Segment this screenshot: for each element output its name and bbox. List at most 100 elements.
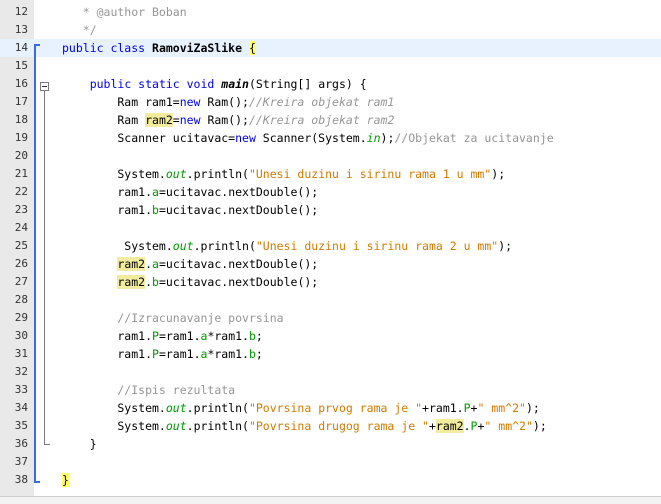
- code-token: public static void: [89, 77, 222, 91]
- code-line[interactable]: 16 public static void main(String[] args…: [0, 75, 661, 93]
- code-text[interactable]: * @author Boban: [62, 3, 187, 21]
- line-number: 15: [14, 59, 28, 72]
- code-line[interactable]: 30 ram1.P=ram1.a*ram1.b;: [0, 327, 661, 345]
- code-line[interactable]: 32: [0, 363, 661, 381]
- code-line[interactable]: 27 ram2.b=ucitavac.nextDouble();: [0, 273, 661, 291]
- code-line[interactable]: 37: [0, 453, 661, 471]
- line-number: 12: [14, 5, 28, 18]
- line-number: 22: [14, 185, 28, 198]
- code-token: main: [221, 77, 249, 91]
- code-token: out: [165, 401, 187, 415]
- code-text[interactable]: ram1.P=ram1.a*ram1.b;: [62, 345, 263, 363]
- code-text[interactable]: System.out.println("Povrsina drugog rama…: [62, 417, 547, 435]
- code-line[interactable]: 18 Ram ram2=new Ram();//Kreira objekat r…: [0, 111, 661, 129]
- code-token: ram2: [145, 113, 173, 127]
- code-text[interactable]: public class RamoviZaSlike {: [62, 39, 256, 57]
- code-token: b: [248, 329, 256, 343]
- code-line[interactable]: 24: [0, 219, 661, 237]
- code-token: =: [172, 113, 180, 127]
- code-token: Scanner(System.: [255, 131, 367, 145]
- class-fold-guide: [34, 44, 36, 482]
- code-line[interactable]: 36 }: [0, 435, 661, 453]
- code-text[interactable]: ram1.a=ucitavac.nextDouble();: [62, 183, 318, 201]
- code-text[interactable]: Ram ram2=new Ram();//Kreira objekat ram2: [62, 111, 394, 129]
- code-editor[interactable]: 12 * @author Boban 13 */14 public class Ra…: [0, 0, 661, 504]
- code-token: //Ispis rezultata: [62, 383, 236, 397]
- code-token: */: [62, 23, 97, 37]
- code-text[interactable]: }: [62, 471, 69, 489]
- code-line[interactable]: 25 System.out.println("Unesi duzinu i si…: [0, 237, 661, 255]
- code-token: ram1.: [62, 203, 153, 217]
- code-line[interactable]: 26 ram2.a=ucitavac.nextDouble();: [0, 255, 661, 273]
- code-text[interactable]: System.out.println("Unesi duzinu i sirin…: [62, 165, 505, 183]
- line-number: 17: [14, 95, 28, 108]
- code-token: out: [172, 239, 194, 253]
- code-text[interactable]: }: [62, 435, 97, 453]
- code-line[interactable]: 13 */: [0, 21, 661, 39]
- code-text[interactable]: ram2.b=ucitavac.nextDouble();: [62, 273, 318, 291]
- code-token: .: [145, 257, 153, 271]
- code-token: System.: [62, 419, 166, 433]
- code-text[interactable]: System.out.println("Unesi duzinu i sirin…: [62, 237, 512, 255]
- code-text[interactable]: ram1.b=ucitavac.nextDouble();: [62, 201, 318, 219]
- code-token: "Unesi duzinu i sirinu rama 2 u mm": [255, 239, 499, 253]
- code-line[interactable]: 33 //Ispis rezultata: [0, 381, 661, 399]
- code-line[interactable]: 34 System.out.println("Povrsina prvog ra…: [0, 399, 661, 417]
- code-token: System.: [62, 239, 173, 253]
- code-token: new: [179, 113, 201, 127]
- code-token: ram2: [435, 419, 464, 433]
- line-number: 30: [14, 329, 28, 342]
- line-number: 13: [14, 23, 28, 36]
- code-line[interactable]: 21 System.out.println("Unesi duzinu i si…: [0, 165, 661, 183]
- code-token: );: [525, 401, 540, 415]
- code-line[interactable]: 29 //Izracunavanje povrsina: [0, 309, 661, 327]
- fold-collapse-icon[interactable]: [40, 82, 49, 91]
- line-number: 16: [14, 77, 28, 90]
- code-token: ;: [255, 347, 263, 361]
- line-number: 24: [14, 221, 28, 234]
- code-token: //Kreira objekat ram1: [248, 95, 395, 109]
- code-token: out: [165, 167, 187, 181]
- code-token: }: [62, 473, 69, 487]
- line-number: 25: [14, 239, 28, 252]
- code-text[interactable]: System.out.println("Povrsina prvog rama …: [62, 399, 540, 417]
- code-line[interactable]: 35 System.out.println("Povrsina drugog r…: [0, 417, 661, 435]
- code-token: b: [152, 275, 159, 289]
- code-token: " mm^2": [477, 401, 526, 415]
- code-text[interactable]: ram1.P=ram1.a*ram1.b;: [62, 327, 262, 345]
- code-token: =ucitavac.nextDouble();: [158, 275, 319, 289]
- code-token: =ucitavac.nextDouble();: [158, 185, 319, 199]
- code-line[interactable]: 19 Scanner ucitavac=new Scanner(System.i…: [0, 129, 661, 147]
- code-text[interactable]: ram2.a=ucitavac.nextDouble();: [62, 255, 318, 273]
- code-text[interactable]: Ram ram1=new Ram();//Kreira objekat ram1: [62, 93, 394, 111]
- line-number: 19: [14, 131, 28, 144]
- code-line[interactable]: 31 ram1.P=ram1.a*ram1.b;: [0, 345, 661, 363]
- code-line[interactable]: 17 Ram ram1=new Ram();//Kreira objekat r…: [0, 93, 661, 111]
- code-text[interactable]: //Ispis rezultata: [62, 381, 235, 399]
- code-token: "Povrsina prvog rama je ": [248, 401, 423, 415]
- code-token: ram1.: [62, 329, 153, 343]
- code-line[interactable]: 22 ram1.a=ucitavac.nextDouble();: [0, 183, 661, 201]
- fold-end-tick: [44, 444, 50, 445]
- code-token: "Povrsina drugog rama je ": [248, 419, 429, 433]
- code-line[interactable]: 23 ram1.b=ucitavac.nextDouble();: [0, 201, 661, 219]
- code-text[interactable]: //Izracunavanje povrsina: [62, 309, 283, 327]
- code-line[interactable]: 12 * @author Boban: [0, 3, 661, 21]
- line-number: 32: [14, 365, 28, 378]
- code-token: {: [248, 41, 256, 55]
- code-token: .: [145, 275, 153, 289]
- code-token: ram1.: [62, 185, 153, 199]
- code-line[interactable]: 38}: [0, 471, 661, 489]
- code-line[interactable]: 14 public class RamoviZaSlike {: [0, 39, 661, 57]
- code-line[interactable]: 15: [0, 57, 661, 75]
- code-line[interactable]: 28: [0, 291, 661, 309]
- line-number: 33: [14, 383, 28, 396]
- code-text[interactable]: */: [62, 21, 97, 39]
- code-line[interactable]: 20: [0, 147, 661, 165]
- code-text[interactable]: public static void main(String[] args) {: [62, 75, 367, 93]
- line-number: 20: [14, 149, 28, 162]
- line-number: 36: [14, 437, 28, 450]
- code-token: System.: [62, 167, 166, 181]
- code-text[interactable]: Scanner ucitavac=new Scanner(System.in);…: [62, 129, 553, 147]
